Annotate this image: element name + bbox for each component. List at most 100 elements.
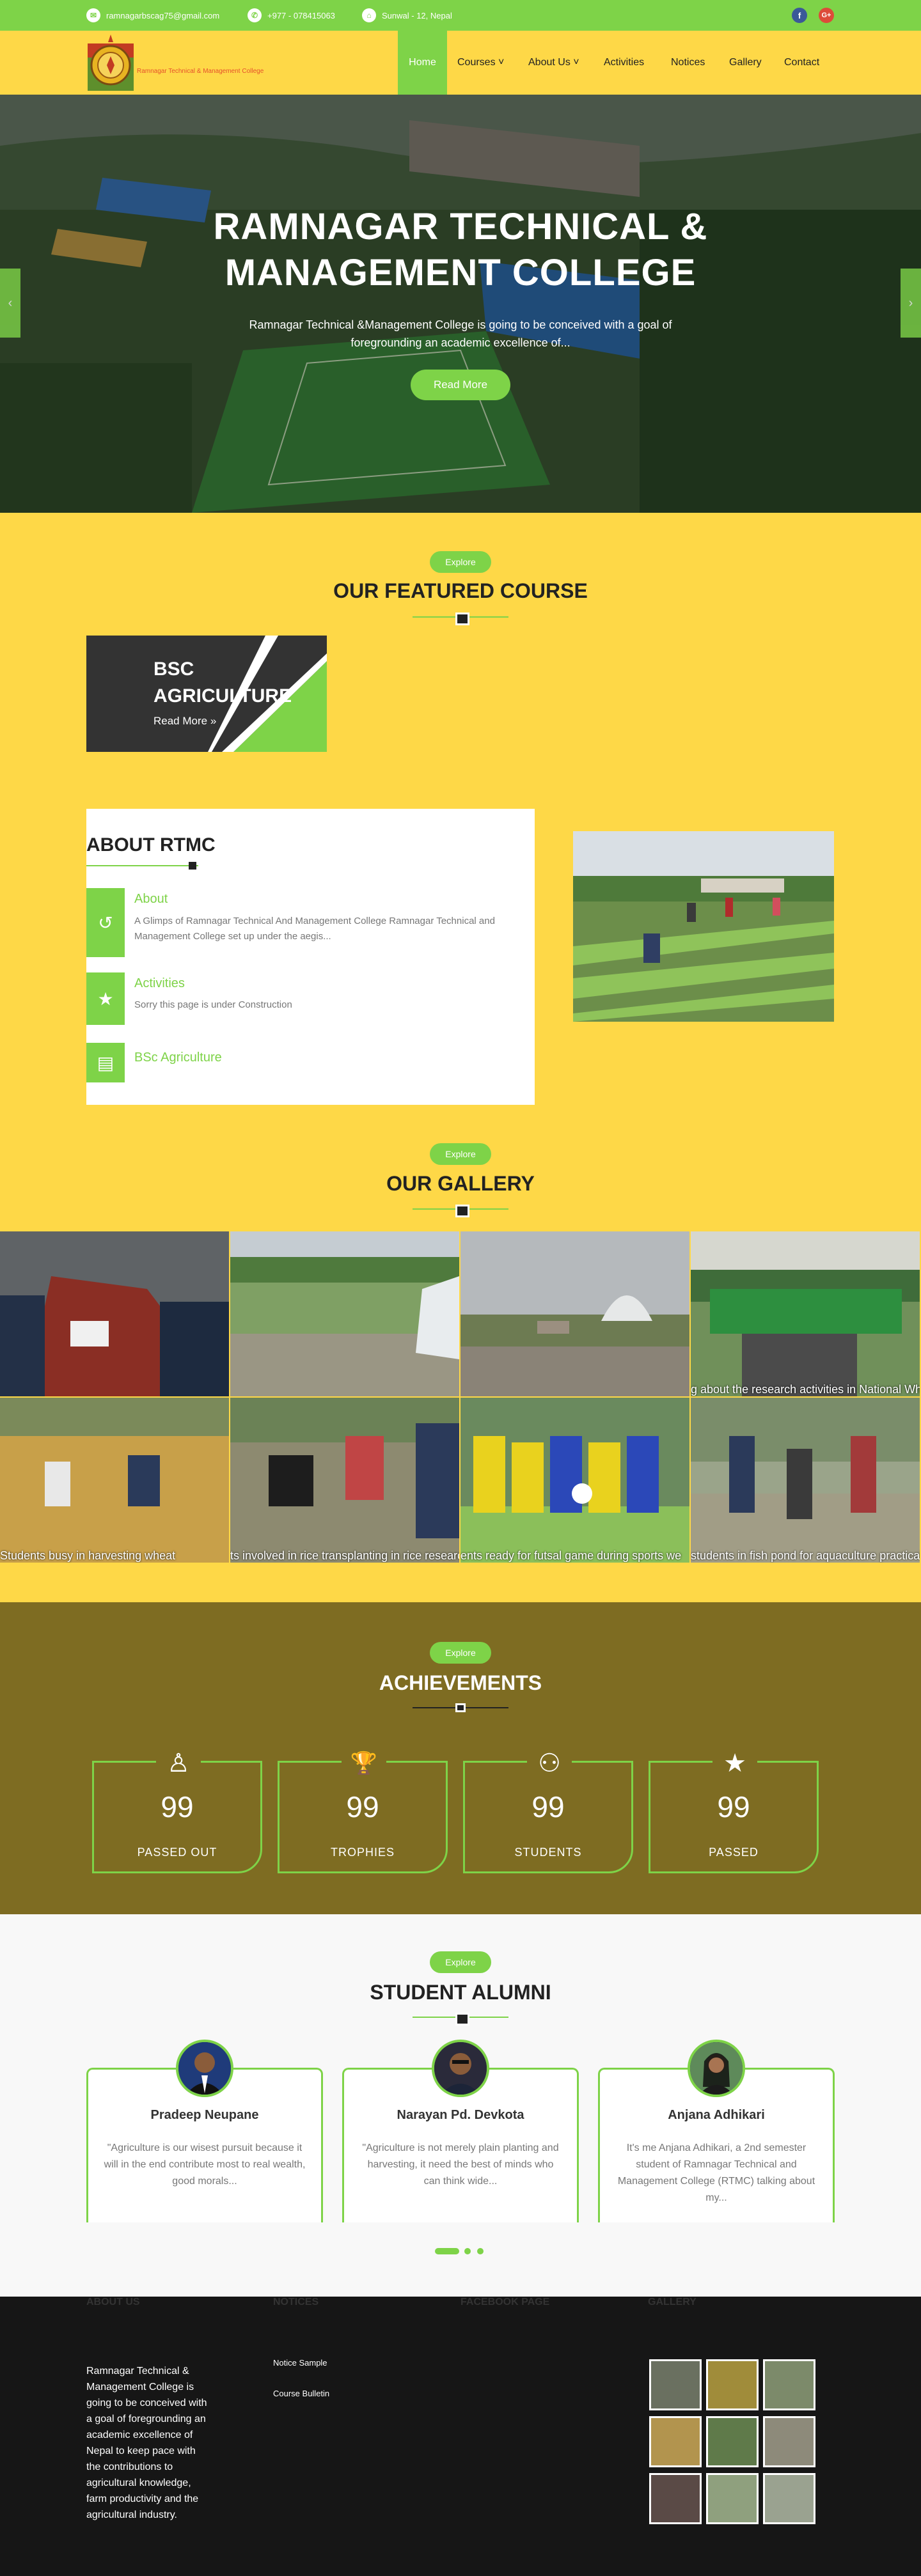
gallery-photo — [691, 1231, 920, 1396]
footer-notice-link[interactable]: Course Bulletin — [273, 2389, 329, 2398]
about-title: ABOUT RTMC — [86, 834, 216, 855]
footer-facebook-title: FACEBOOK PAGE — [460, 2297, 550, 2307]
achievement-label: PASSED — [709, 1846, 759, 1859]
gallery-image-research-visit[interactable]: g about the research activities in Natio… — [691, 1231, 920, 1396]
course-card-bsc-agriculture[interactable]: BSC AGRICULTURE Read More » — [86, 636, 327, 752]
featured-explore-pill: Explore — [430, 551, 491, 573]
star-icon: ★ — [86, 972, 125, 1025]
footer-gallery-thumb[interactable] — [706, 2473, 759, 2524]
achievement-value: 99 — [717, 1790, 750, 1823]
achievement-value: 99 — [531, 1790, 565, 1823]
hero-title-line1: RAMNAGAR TECHNICAL & — [213, 206, 708, 247]
campus-aerial-photo — [0, 95, 921, 513]
footer-gallery-thumb[interactable] — [763, 2473, 815, 2524]
footer-about-title: ABOUT US — [86, 2297, 140, 2307]
nav-activities[interactable]: Activities — [604, 31, 644, 95]
nav-contact[interactable]: Contact — [784, 31, 819, 95]
avatar — [688, 2040, 745, 2097]
about-row-heading[interactable]: BSc Agriculture — [134, 1050, 222, 1065]
about-row-text: A Glimps of Ramnagar Technical And Manag… — [134, 916, 495, 942]
gallery-explore-pill: Explore — [430, 1143, 491, 1165]
gallery-image-fish-pond[interactable]: students in fish pond for aquaculture pr… — [691, 1398, 920, 1563]
hero-read-more-button[interactable]: Read More — [411, 370, 510, 400]
alumni-quote: It's me Anjana Adhikari, a 2nd semester … — [617, 2143, 815, 2203]
email-contact[interactable]: ✉ ramnagarbscag75@gmail.com — [86, 8, 219, 23]
hero-text-line2: foregrounding an academic excellence of.… — [350, 336, 571, 349]
phone-contact[interactable]: ✆ +977 - 078415063 — [248, 8, 335, 23]
map-marker-icon: ⌂ — [362, 8, 376, 22]
carousel-dot-active[interactable] — [435, 2248, 459, 2254]
gallery-image-field[interactable] — [230, 1231, 459, 1396]
course-title-line2: AGRICULTURE — [154, 685, 292, 706]
gallery-image-greenhouse[interactable] — [460, 1231, 689, 1396]
about-row-activities[interactable]: ★ Activities Sorry this page is under Co… — [86, 972, 535, 1025]
course-read-more-link[interactable]: Read More » — [154, 715, 216, 728]
achievement-value: 99 — [346, 1790, 379, 1823]
top-bar: ✉ ramnagarbscag75@gmail.com ✆ +977 - 07841… — [0, 0, 921, 31]
hero-next-arrow[interactable]: › — [901, 269, 921, 338]
gallery-photo — [230, 1398, 459, 1563]
hero-title-line2: MANAGEMENT COLLEGE — [224, 252, 697, 293]
alumni-name: Anjana Adhikari — [668, 2108, 765, 2122]
address-contact: ⌂ Sunwal - 12, Nepal — [362, 8, 452, 23]
carousel-dot[interactable] — [464, 2248, 471, 2254]
about-row-about[interactable]: ↺ About A Glimps of Ramnagar Technical A… — [86, 888, 535, 957]
gallery-photo — [460, 1398, 689, 1563]
course-title-line1: BSC — [154, 659, 194, 680]
alumni-photo — [178, 2042, 231, 2095]
achievements-divider — [413, 1703, 508, 1712]
gallery-photo — [0, 1231, 229, 1396]
logo-text: Ramnagar Technical & Management College — [137, 68, 264, 75]
email-text: ramnagarbscag75@gmail.com — [106, 10, 220, 20]
gallery-image-rice-transplanting[interactable]: ts involved in rice transplanting in ric… — [230, 1398, 459, 1563]
facebook-icon[interactable]: f — [792, 8, 807, 23]
nav-gallery[interactable]: Gallery — [729, 31, 762, 95]
college-logo[interactable] — [86, 33, 135, 92]
alumni-section-title: STUDENT ALUMNI — [370, 1981, 551, 2004]
footer-gallery-thumb[interactable] — [763, 2359, 815, 2410]
alumni-explore-pill: Explore — [430, 1951, 491, 1973]
gallery-image-classroom[interactable] — [0, 1231, 229, 1396]
about-row-heading[interactable]: Activities — [134, 976, 185, 991]
gallery-divider — [413, 1205, 508, 1217]
hero-prev-arrow[interactable]: ‹ — [0, 269, 20, 338]
footer-notice-link[interactable]: Notice Sample — [273, 2358, 327, 2368]
phone-text: +977 - 078415063 — [267, 10, 335, 20]
nav-notices[interactable]: Notices — [671, 31, 705, 95]
nav-home[interactable]: Home — [398, 31, 447, 95]
achievement-label: PASSED OUT — [137, 1846, 217, 1859]
about-row-heading[interactable]: About — [134, 892, 168, 907]
footer-gallery-thumb[interactable] — [706, 2416, 759, 2467]
about-row-bsc-agriculture[interactable]: ▤ BSc Agriculture — [86, 1043, 535, 1082]
footer-gallery-thumb[interactable] — [706, 2359, 759, 2410]
envelope-icon: ✉ — [86, 8, 100, 22]
nav-courses[interactable]: Courses ˅ — [457, 31, 504, 95]
nav-about-us[interactable]: About Us ˅ — [528, 31, 579, 95]
address-text: Sunwal - 12, Nepal — [382, 10, 452, 20]
star-icon: ★ — [712, 1744, 757, 1783]
alumni-name: Pradeep Neupane — [150, 2108, 259, 2122]
achievements-explore-pill: Explore — [430, 1642, 491, 1664]
students-in-field-photo — [573, 831, 834, 1022]
footer-gallery-thumb[interactable] — [649, 2359, 702, 2410]
gallery-image-futsal-team[interactable]: ents ready for futsal game during sports… — [460, 1398, 689, 1563]
footer-gallery-thumb[interactable] — [649, 2473, 702, 2524]
about-title-marker — [189, 862, 196, 870]
carousel-dot[interactable] — [477, 2248, 484, 2254]
about-title-underline — [86, 865, 198, 866]
achievement-value: 99 — [161, 1790, 194, 1823]
avatar — [176, 2040, 233, 2097]
footer-about-text: Ramnagar Technical & Management College … — [86, 2366, 207, 2520]
footer-gallery-thumb[interactable] — [649, 2416, 702, 2467]
book-icon: ▤ — [86, 1043, 125, 1082]
gallery-caption: ts involved in rice transplanting in ric… — [230, 1549, 459, 1562]
gallery-caption: g about the research activities in Natio… — [691, 1383, 920, 1396]
footer-gallery-thumb[interactable] — [763, 2416, 815, 2467]
gallery-caption: students in fish pond for aquaculture pr… — [691, 1549, 920, 1562]
google-plus-icon[interactable]: G+ — [819, 8, 834, 23]
gallery-image-wheat-harvest[interactable]: Students busy in harvesting wheat — [0, 1398, 229, 1563]
featured-section-title: OUR FEATURED COURSE — [333, 579, 588, 602]
footer-gallery-title: GALLERY — [648, 2297, 697, 2307]
hero-text-line1: Ramnagar Technical &Management College i… — [249, 318, 672, 331]
alumni-photo — [434, 2042, 487, 2095]
